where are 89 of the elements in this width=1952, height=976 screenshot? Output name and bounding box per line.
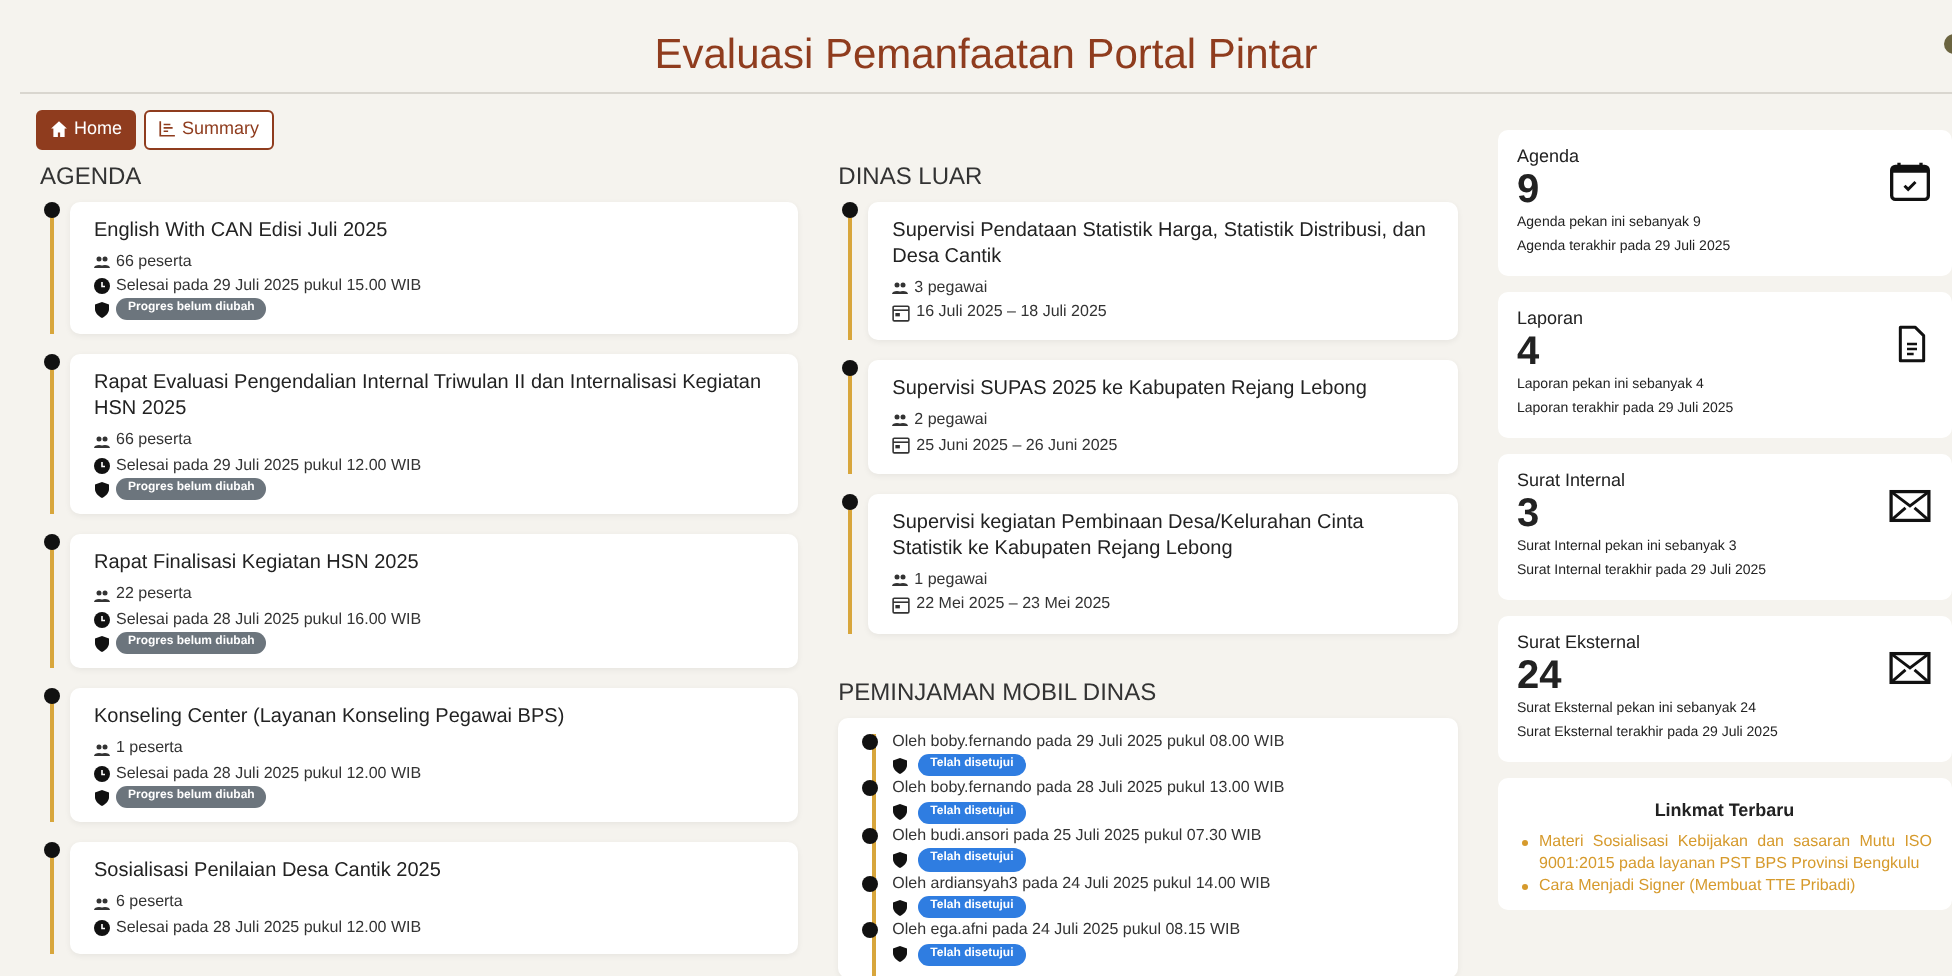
section-heading: DINAS LUAR — [838, 159, 985, 193]
loan-entry: Oleh ardiansyah3 pada 24 Juli 2025 pukul 14.00 WIB — [892, 871, 1273, 896]
calendar-check-icon — [1888, 160, 1932, 205]
timeline-dot — [862, 733, 879, 750]
staff-count: 3 pegawai — [914, 275, 988, 300]
calendar-icon — [892, 436, 911, 455]
agenda-title: English With CAN Edisi Juli 2025 — [94, 217, 390, 243]
shield-icon — [892, 946, 909, 963]
shield-icon — [892, 757, 909, 774]
timeline-dot — [842, 201, 859, 217]
stat-count: 3 — [1517, 494, 1542, 536]
timeline-dot — [44, 201, 60, 217]
people-icon — [94, 253, 110, 270]
trip-title: Supervisi SUPAS 2025 ke Kabupaten Rejang Lebong — [892, 376, 1369, 403]
participant-count: 6 peserta — [116, 890, 183, 915]
shield-icon — [94, 635, 110, 652]
timeline-dot — [842, 494, 859, 511]
shield-icon — [892, 899, 909, 916]
people-icon — [892, 572, 909, 589]
timeline-dot — [862, 780, 879, 797]
section-heading: PEMINJAMAN MOBIL DINAS — [838, 675, 1159, 710]
stat-label: Surat Eksternal — [1517, 629, 1643, 655]
page-title: Evaluasi Pemanfaatan Portal Pintar — [654, 29, 1318, 82]
shield-icon — [94, 481, 110, 498]
timeline-dot — [862, 875, 879, 892]
calendar-icon — [892, 596, 911, 615]
home-icon — [50, 120, 68, 139]
timeline-dot — [44, 688, 60, 705]
timeline-dot — [862, 922, 879, 939]
timeline-dot — [44, 534, 60, 551]
staff-count: 2 pegawai — [914, 408, 988, 433]
stat-count: 24 — [1517, 656, 1564, 698]
section-heading: AGENDA — [40, 159, 144, 193]
agenda-title: Konseling Center (Layanan Konseling Pegawai BPS) — [94, 704, 567, 731]
agenda-title: Rapat Finalisasi Kegiatan HSN 2025 — [94, 550, 421, 577]
agenda-title: Rapat Evaluasi Pengendalian Internal Triwulan II dan Internalisasi Kegiatan HSN 2025 — [94, 370, 764, 423]
participant-count: 1 peserta — [116, 736, 183, 761]
staff-count: 1 pegawai — [914, 568, 988, 593]
date-range: 22 Mei 2025 – 23 Mei 2025 — [916, 592, 1111, 617]
loan-entry: Oleh budi.ansori pada 25 Juli 2025 pukul 07.30 WIB — [892, 824, 1264, 848]
participant-count: 66 peserta — [116, 428, 192, 453]
agenda-title: Sosialisasi Penilaian Desa Cantik 2025 — [94, 858, 443, 885]
timeline-dot — [44, 842, 60, 859]
envelope-icon — [1888, 488, 1932, 525]
timeline-dot — [842, 360, 859, 377]
people-icon — [94, 895, 110, 912]
links-heading: Linkmat Terbaru — [1652, 797, 1797, 823]
envelope-icon — [1888, 650, 1932, 687]
clock-icon — [94, 919, 110, 936]
shield-icon — [94, 301, 110, 318]
finish-time: Selesai pada 28 Juli 2025 pukul 12.00 WIB — [116, 915, 422, 940]
people-icon — [94, 433, 110, 450]
date-range: 25 Juni 2025 – 26 Juni 2025 — [916, 433, 1118, 458]
participant-count: 22 peserta — [116, 582, 192, 607]
calendar-icon — [892, 303, 911, 322]
trip-title: Supervisi Pendataan Statistik Harga, Statistik Distribusi, dan Desa Cantik — [892, 217, 1428, 269]
loan-entry: Oleh boby.fernando pada 29 Juli 2025 pukul 08.00 WIB — [892, 729, 1287, 754]
clock-icon — [94, 278, 110, 295]
finish-time: Selesai pada 29 Juli 2025 pukul 12.00 WIB — [116, 453, 422, 478]
timeline-dot — [862, 828, 879, 844]
finish-time: Selesai pada 28 Juli 2025 pukul 16.00 WIB — [116, 607, 422, 632]
shield-icon — [892, 851, 909, 868]
people-icon — [892, 412, 909, 429]
stat-label: Agenda — [1517, 143, 1582, 170]
date-range: 16 Juli 2025 – 18 Juli 2025 — [916, 299, 1107, 324]
clock-icon — [94, 458, 110, 475]
stat-label: Surat Internal — [1517, 467, 1628, 493]
loan-entry: Oleh boby.fernando pada 28 Juli 2025 pukul 13.00 WIB — [892, 776, 1287, 801]
shield-icon — [892, 804, 909, 821]
clock-icon — [94, 612, 110, 629]
finish-time: Selesai pada 28 Juli 2025 pukul 12.00 WIB — [116, 761, 422, 786]
clock-icon — [94, 765, 110, 782]
shield-icon — [94, 789, 110, 806]
nav-tab[interactable]: Summary — [144, 110, 274, 149]
trip-title: Supervisi kegiatan Pembinaan Desa/Kelurahan Cinta Statistik ke Kabupaten Rejang Lebong — [892, 510, 1366, 563]
stat-count: 9 — [1517, 170, 1542, 212]
nav-tab[interactable]: Home — [36, 110, 137, 149]
people-icon — [892, 279, 909, 296]
bullet-icon — [1521, 883, 1527, 890]
loan-entry: Oleh ega.afni pada 24 Juli 2025 pukul 08.15 WIB — [892, 918, 1243, 943]
participant-count: 66 peserta — [116, 249, 192, 274]
bullet-icon — [1521, 840, 1527, 846]
stat-count: 4 — [1517, 332, 1542, 374]
bar-chart-icon — [158, 120, 177, 139]
people-icon — [94, 587, 110, 604]
finish-time: Selesai pada 29 Juli 2025 pukul 15.00 WIB — [116, 273, 422, 298]
people-icon — [94, 741, 110, 758]
stat-label: Laporan — [1517, 305, 1586, 332]
timeline-dot — [44, 354, 60, 371]
